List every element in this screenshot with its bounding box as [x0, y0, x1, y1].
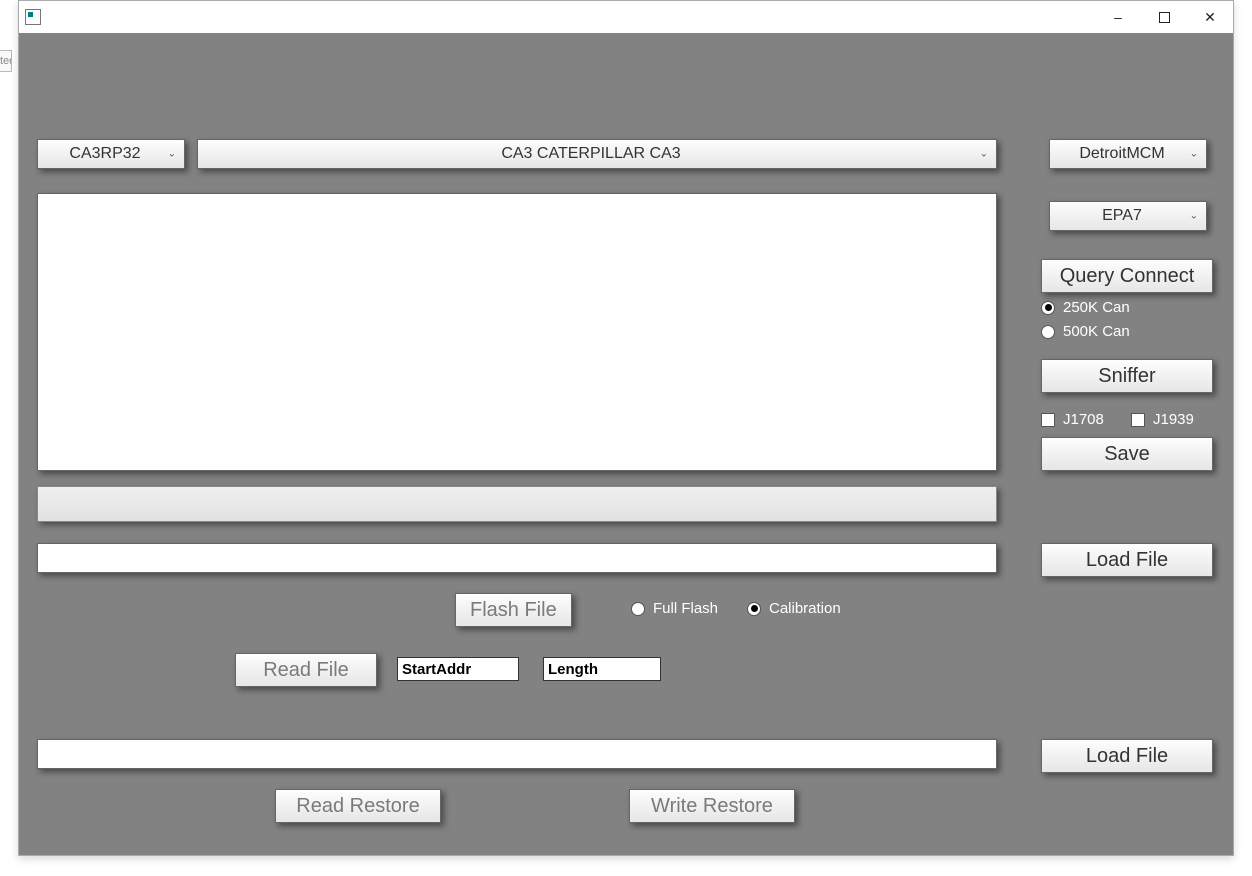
offscreen-fragment: ted: [0, 50, 12, 72]
module-select-value: DetroitMCM: [1079, 145, 1164, 163]
j1939-checkbox[interactable]: J1939: [1131, 411, 1194, 428]
read-restore-button[interactable]: Read Restore: [275, 789, 441, 823]
app-icon: [25, 9, 41, 25]
read-file-button[interactable]: Read File: [235, 653, 377, 687]
length-input[interactable]: Length: [543, 657, 661, 681]
module-select[interactable]: DetroitMCM ⌄: [1049, 139, 1207, 169]
sniffer-button[interactable]: Sniffer: [1041, 359, 1213, 393]
load-file-button-1[interactable]: Load File: [1041, 543, 1213, 577]
full-flash-radio[interactable]: Full Flash: [631, 600, 718, 617]
write-restore-button[interactable]: Write Restore: [629, 789, 795, 823]
calibration-radio[interactable]: Calibration: [747, 600, 841, 617]
restore-file-path[interactable]: [37, 739, 997, 769]
flash-file-path[interactable]: [37, 543, 997, 573]
radio-dot: [631, 602, 645, 616]
query-connect-button[interactable]: Query Connect: [1041, 259, 1213, 293]
can-500-radio[interactable]: 500K Can: [1041, 323, 1130, 340]
close-button[interactable]: ✕: [1187, 2, 1233, 32]
j1708-checkbox[interactable]: J1708: [1041, 411, 1104, 428]
vehicle-select[interactable]: CA3 CATERPILLAR CA3 ⌄: [197, 139, 997, 169]
client-area: CA3RP32 ⌄ CA3 CATERPILLAR CA3 ⌄ Flash Fi…: [19, 33, 1233, 855]
load-file-button-2[interactable]: Load File: [1041, 739, 1213, 773]
main-window: – ✕ CA3RP32 ⌄ CA3 CATERPILLAR CA3 ⌄ Flas…: [18, 0, 1234, 856]
length-label: Length: [548, 661, 598, 678]
checkbox-icon: [1041, 413, 1055, 427]
adapter-select-value: CA3RP32: [69, 145, 140, 163]
adapter-select[interactable]: CA3RP32 ⌄: [37, 139, 185, 169]
chevron-down-icon: ⌄: [1190, 149, 1198, 160]
checkbox-icon: [1131, 413, 1145, 427]
chevron-down-icon: ⌄: [980, 149, 988, 160]
radio-dot: [1041, 301, 1055, 315]
start-addr-label: StartAddr: [402, 661, 471, 678]
minimize-button[interactable]: –: [1095, 2, 1141, 32]
epa-select-value: EPA7: [1102, 207, 1142, 225]
epa-select[interactable]: EPA7 ⌄: [1049, 201, 1207, 231]
radio-dot: [1041, 325, 1055, 339]
flash-file-button[interactable]: Flash File: [455, 593, 572, 627]
save-button[interactable]: Save: [1041, 437, 1213, 471]
chevron-down-icon: ⌄: [168, 149, 176, 160]
chevron-down-icon: ⌄: [1190, 211, 1198, 222]
log-output[interactable]: [37, 193, 997, 471]
radio-dot: [747, 602, 761, 616]
maximize-button[interactable]: [1141, 2, 1187, 32]
vehicle-select-value: CA3 CATERPILLAR CA3: [501, 145, 680, 163]
can-250-radio[interactable]: 250K Can: [1041, 299, 1130, 316]
titlebar: – ✕: [19, 1, 1233, 33]
progress-bar: [37, 486, 997, 522]
start-addr-input[interactable]: StartAddr: [397, 657, 519, 681]
